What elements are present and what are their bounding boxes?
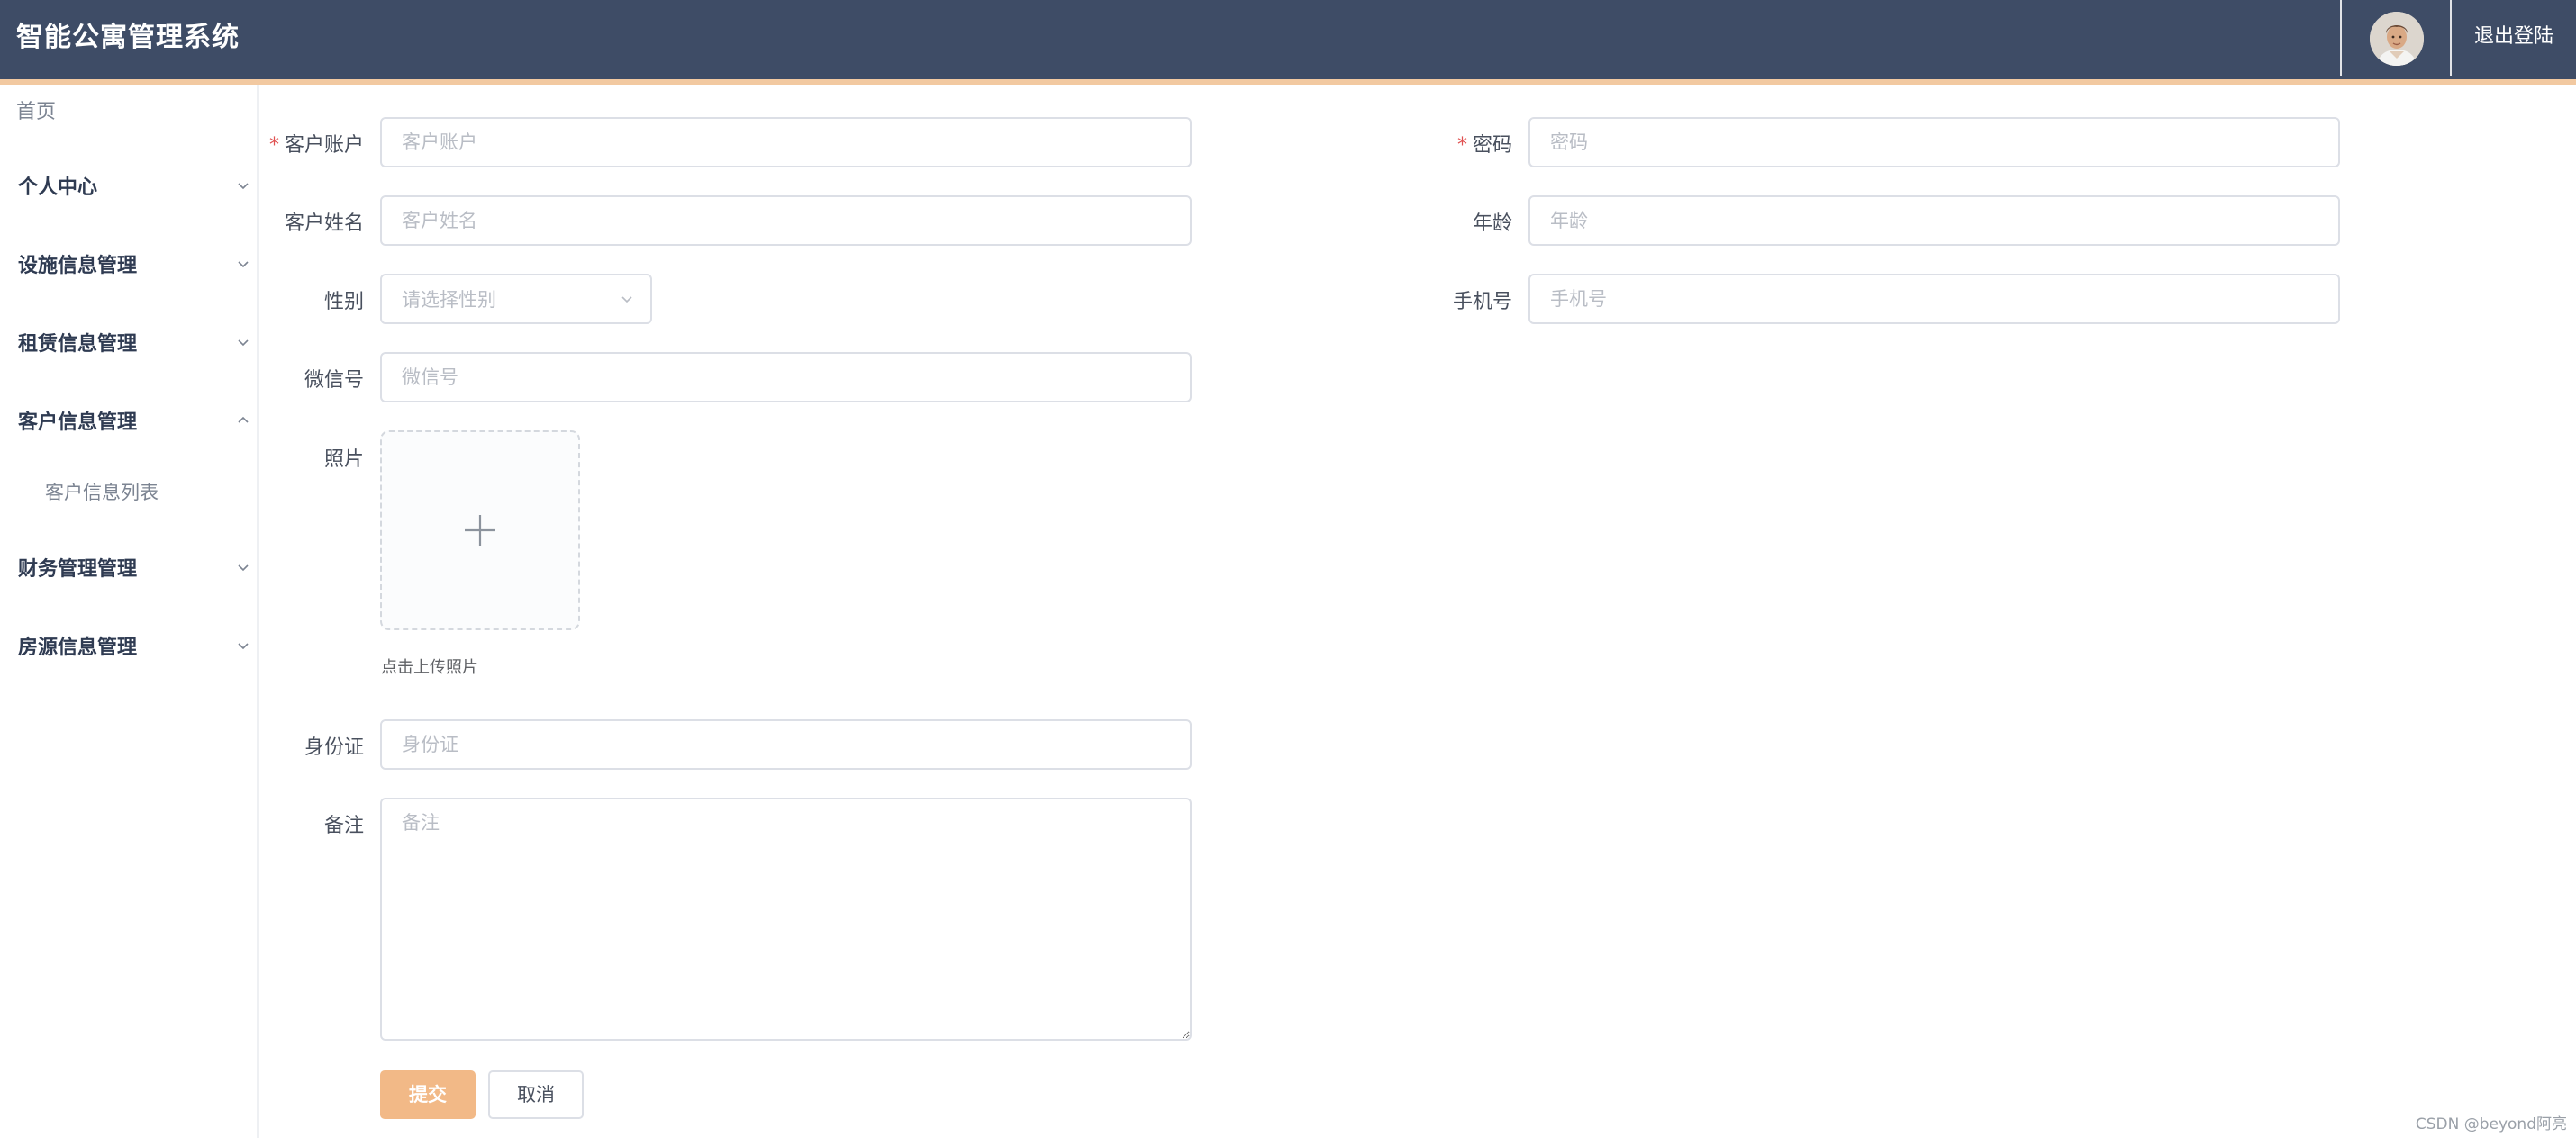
photo-label: 照片: [323, 448, 364, 471]
account-input[interactable]: [380, 117, 1192, 167]
sidebar-item-label: 租赁信息管理: [18, 333, 138, 356]
chevron-down-icon: [621, 296, 632, 303]
account-label: * 客户账户: [269, 129, 364, 158]
watermark: CSDN @beyond阿亮: [2415, 1115, 2567, 1133]
submit-button[interactable]: 提交: [380, 1070, 476, 1119]
sidebar-item-housing[interactable]: 房源信息管理: [0, 619, 259, 673]
wechat-input[interactable]: [380, 352, 1192, 402]
chevron-down-icon: [238, 339, 249, 347]
password-label: * 密码: [1457, 129, 1512, 158]
header-divider: [2340, 0, 2342, 76]
cancel-button[interactable]: 取消: [488, 1070, 584, 1119]
account-label-text: 客户账户: [284, 134, 364, 157]
gender-label: 性别: [323, 291, 364, 313]
chevron-down-icon: [238, 261, 249, 268]
chevron-down-icon: [238, 643, 249, 650]
chevron-down-icon: [238, 183, 249, 190]
sidebar-item-label: 个人中心: [18, 176, 98, 199]
sidebar-item-label: 客户信息管理: [18, 411, 138, 434]
logout-button[interactable]: 退出登陆: [2452, 0, 2576, 76]
chevron-up-icon: [238, 416, 249, 423]
sidebar-item-label: 财务管理管理: [18, 558, 138, 581]
sidebar-item-facility[interactable]: 设施信息管理: [0, 237, 259, 291]
sidebar-item-home[interactable]: 首页: [16, 95, 56, 124]
header-accent-strip: [0, 79, 2576, 85]
sidebar-item-label: 房源信息管理: [18, 637, 138, 659]
sidebar-item-finance[interactable]: 财务管理管理: [0, 540, 259, 594]
plus-icon: [465, 515, 495, 546]
photo-upload-box[interactable]: [380, 430, 580, 630]
name-label: 客户姓名: [284, 212, 364, 235]
sidebar-item-rental[interactable]: 租赁信息管理: [0, 315, 259, 369]
top-header: 智能公寓管理系统 退出登陆: [0, 0, 2576, 79]
remark-label: 备注: [323, 815, 364, 837]
age-input[interactable]: [1528, 195, 2340, 246]
phone-label: 手机号: [1452, 291, 1512, 313]
password-label-text: 密码: [1472, 134, 1512, 157]
id-card-input[interactable]: [380, 719, 1192, 770]
sidebar-item-personal-center[interactable]: 个人中心: [0, 158, 259, 212]
id-card-label: 身份证: [304, 736, 364, 759]
gender-select[interactable]: 请选择性别: [380, 274, 652, 324]
required-mark: *: [1456, 134, 1467, 157]
remark-textarea[interactable]: [380, 798, 1192, 1041]
user-avatar[interactable]: [2370, 12, 2424, 66]
sidebar-item-customer[interactable]: 客户信息管理: [0, 393, 259, 447]
chevron-down-icon: [238, 564, 249, 572]
app-title: 智能公寓管理系统: [16, 22, 240, 53]
sidebar-subitem-label: 客户信息列表: [45, 482, 159, 503]
gender-select-placeholder: 请选择性别: [402, 289, 496, 311]
age-label: 年龄: [1472, 212, 1512, 235]
wechat-label: 微信号: [304, 369, 364, 392]
required-mark: *: [268, 134, 279, 157]
upload-tip: 点击上传照片: [381, 658, 478, 677]
password-input[interactable]: [1528, 117, 2340, 167]
name-input[interactable]: [380, 195, 1192, 246]
avatar-icon: [2370, 12, 2424, 66]
phone-input[interactable]: [1528, 274, 2340, 324]
sidebar-item-label: 设施信息管理: [18, 255, 138, 277]
sidebar-subitem-customer-list[interactable]: 客户信息列表: [0, 466, 259, 517]
